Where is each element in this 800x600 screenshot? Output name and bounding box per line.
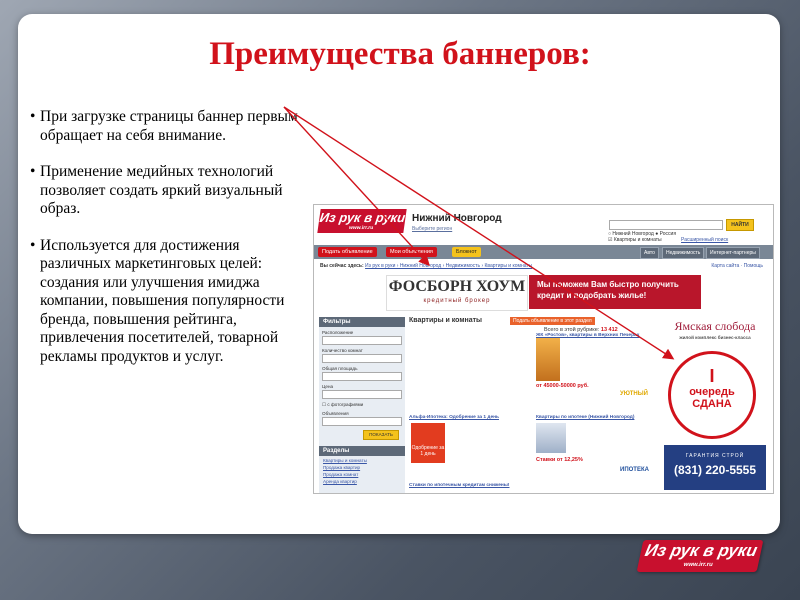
fosborn-name: ФОСБОРН ХОУМ [388, 278, 526, 295]
section-link[interactable]: Продажа комнат [319, 472, 405, 477]
bullet-item: • Используется для достижения различных м… [30, 237, 310, 367]
completion-stamp: I очередь СДАНА [668, 351, 756, 439]
tab-notebook[interactable]: Блокнот [452, 247, 481, 257]
section-link[interactable]: Аренда квартир [319, 479, 405, 484]
listing-title[interactable]: ЖК «Ростов», квартиры в Верхних Печерах [536, 333, 656, 339]
bullet-marker: • [30, 108, 36, 125]
bullet-item: • При загрузке страницы баннер первым обр… [30, 108, 310, 145]
filters-heading: Фильтры [319, 317, 405, 327]
ads-select[interactable] [322, 417, 402, 426]
bullet-text: При загрузке страницы баннер первым обра… [40, 108, 298, 144]
bullet-item: • Применение медийных технологий позволяе… [30, 163, 310, 219]
family-photo[interactable] [536, 423, 566, 453]
top-links[interactable]: Карта сайта · Помощь [711, 263, 763, 269]
show-button[interactable]: ПОКАЗАТЬ [363, 430, 399, 440]
listing-rate: Ставки от 12,25% [536, 457, 583, 464]
filter-label: Объявления [322, 411, 349, 416]
fosborn-subtitle: кредитный брокер [423, 298, 491, 304]
site-logo[interactable]: Из рук в руки www.irr.ru [317, 209, 407, 233]
site-logo-url: www.irr.ru [348, 225, 374, 231]
footer-logo: Из рук в руки www.irr.ru [636, 540, 764, 572]
nav-realty[interactable]: Недвижимость [662, 247, 705, 259]
credit-banner[interactable]: Мы поможем Вам быстро получить кредит и … [529, 275, 701, 309]
footer-logo-text: Из рук в руки [643, 541, 760, 560]
post-in-section-button[interactable]: Подать объявление в этот раздел [510, 317, 595, 325]
advanced-search-link[interactable]: Расширенный поиск [681, 237, 728, 243]
filter-sidebar: Фильтры Расположение Количество комнат О… [319, 317, 405, 493]
listing-item[interactable]: Альфа-Ипотека: Одобрение за 1 день [409, 415, 519, 421]
tab-post-ad[interactable]: Подать объявление [318, 247, 377, 257]
breadcrumb: Вы сейчас здесь: Из рук в руки › Нижний … [320, 263, 532, 269]
bullet-list: • При загрузке страницы баннер первым обр… [30, 108, 310, 384]
bullet-text: Используется для достижения различных ма… [40, 236, 285, 365]
stamp-line: СДАНА [692, 398, 732, 410]
bullet-marker: • [30, 236, 36, 254]
listing-rate-text: Ставки от 12,25% [536, 457, 583, 463]
website-screenshot: Из рук в руки www.irr.ru Нижний Новгород … [313, 204, 774, 494]
breadcrumb-path[interactable]: Из рук в руки › Нижний Новгород › Недвиж… [365, 263, 532, 269]
filter-label: Расположение [322, 330, 354, 335]
listing-title[interactable]: Квартиры по ипотеке (Нижний Новгород) [536, 415, 656, 421]
site-navbar: Подать объявление Мои объявления Блокнот… [314, 245, 773, 259]
listing-title[interactable]: Ставки по ипотечным кредитам снижены! [409, 483, 609, 489]
section-link[interactable]: Квартиры и комнаты [319, 458, 405, 463]
partner-logo: УЮТНЫЙ [620, 391, 648, 397]
city-change-link[interactable]: Выберите регион [412, 226, 452, 232]
filter-label: Количество комнат [322, 348, 363, 353]
sections-heading: Разделы [319, 446, 405, 456]
stamp-line: очередь [689, 386, 735, 398]
stamp-line: I [709, 366, 715, 386]
footer-logo-url: www.irr.ru [682, 562, 714, 568]
area-input[interactable] [322, 372, 402, 381]
yamskaya-name: Ямская слобода [674, 319, 756, 333]
site-logo-text: Из рук в руки [318, 210, 407, 225]
phone-number: (831) 220-5555 [673, 463, 757, 477]
listing-price: от 45000-50000 руб. [536, 383, 589, 389]
slide-title: Преимущества баннеров: [209, 36, 591, 72]
filter-label: Общая площадь [322, 366, 358, 371]
search-input[interactable] [609, 220, 723, 230]
price-input[interactable] [322, 390, 402, 399]
filter-label: Цена [322, 384, 334, 389]
fosborn-banner[interactable]: ФОСБОРН ХОУМ кредитный брокер [386, 275, 528, 311]
mortgage-ad-image[interactable]: Одобрение за 1 день [411, 423, 445, 463]
photos-checkbox-label: с фотографиями [327, 402, 364, 407]
section-link[interactable]: Продажа квартир [319, 465, 405, 470]
yamskaya-subtitle: жилой комплекс бизнес-класса [679, 335, 751, 340]
category-heading: Квартиры и комнаты [409, 317, 483, 324]
listing-title[interactable]: Альфа-Ипотека: Одобрение за 1 день [409, 415, 519, 421]
listing-item[interactable]: Ставки по ипотечным кредитам снижены! [409, 483, 609, 489]
nav-auto[interactable]: Авто [640, 247, 659, 259]
ipoteka-logo: ИПОТЕКА [620, 467, 649, 473]
photos-checkbox[interactable]: ☐ с фотографиями [319, 402, 405, 408]
bullet-text: Применение медийных технологий позволяет… [40, 163, 283, 217]
tab-my-ads[interactable]: Мои объявления [386, 247, 437, 257]
location-select[interactable] [322, 336, 402, 345]
bullet-marker: • [30, 163, 36, 180]
phone-block: ГАРАНТИЯ СТРОЙ (831) 220-5555 [664, 445, 766, 490]
breadcrumb-prefix: Вы сейчас здесь: [320, 263, 364, 269]
search-options: ○ Нижний Новгород ● Россия ☑ Квартиры и … [608, 231, 728, 243]
search-option[interactable]: ☑ Квартиры и комнаты Расширенный поиск [608, 237, 728, 243]
developer-brand: ГАРАНТИЯ СТРОЙ [685, 453, 745, 459]
yamskaya-banner[interactable]: Ямская слобода жилой комплекс бизнес-кла… [664, 317, 766, 493]
city-title: Нижний Новгород [412, 213, 502, 224]
rooms-select[interactable] [322, 354, 402, 363]
yamskaya-logo: Ямская слобода жилой комплекс бизнес-кла… [664, 317, 766, 347]
listing-item[interactable]: ЖК «Ростов», квартиры в Верхних Печерах … [536, 333, 656, 389]
search-option-label: Квартиры и комнаты [613, 237, 662, 243]
nav-partners[interactable]: Интернет-партнеры [706, 247, 760, 259]
search-button[interactable]: НАЙТИ [726, 219, 754, 231]
listing-item[interactable]: Квартиры по ипотеке (Нижний Новгород) [536, 415, 656, 421]
